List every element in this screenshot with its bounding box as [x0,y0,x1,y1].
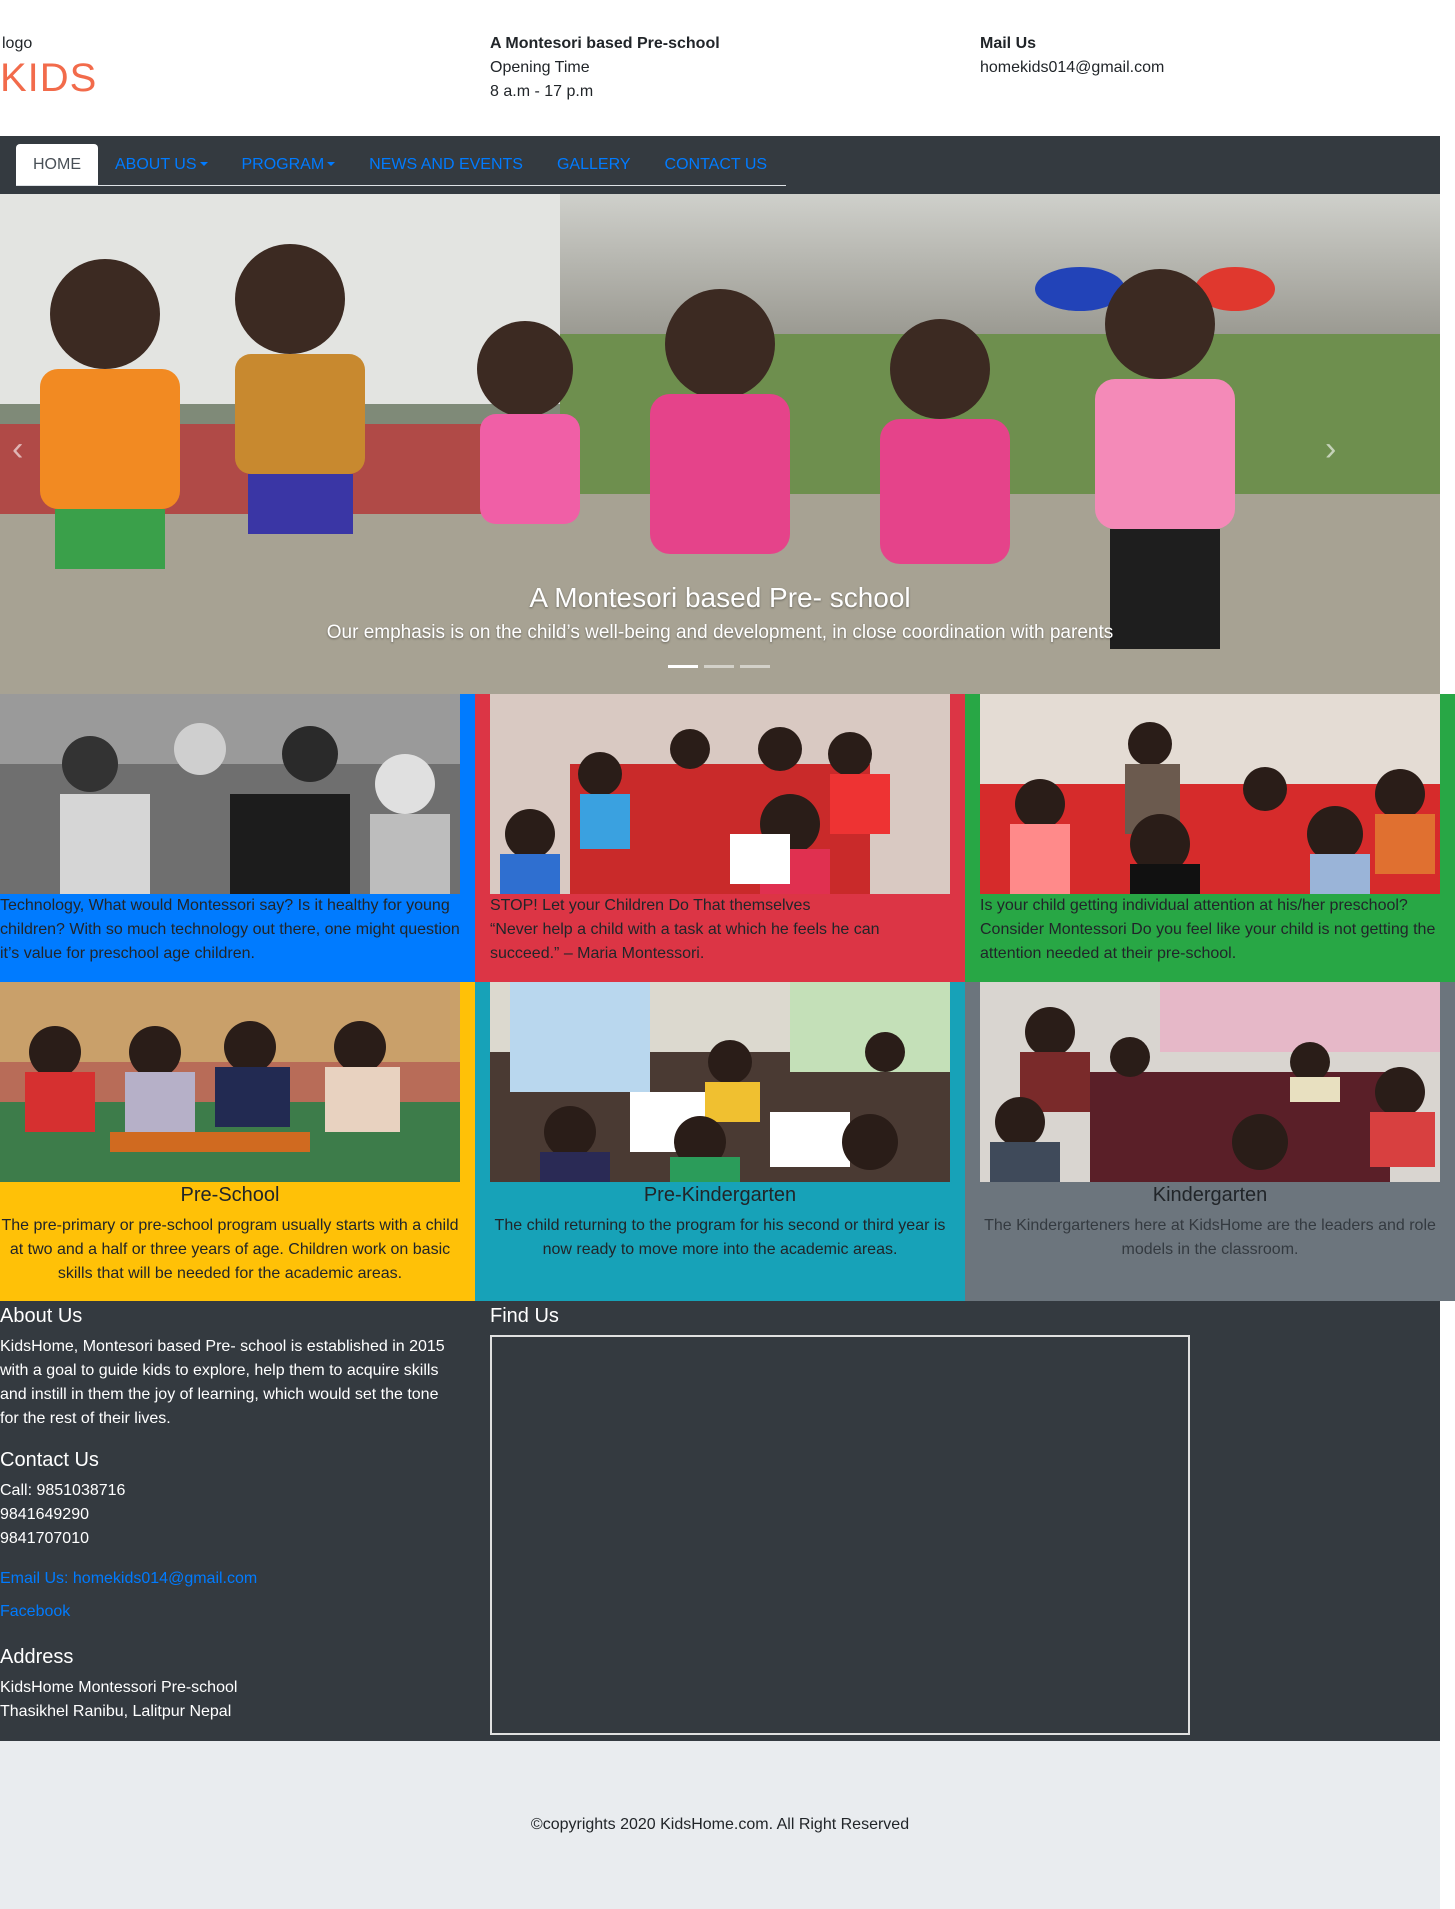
preschool-image [0,982,460,1182]
program-card-preschool[interactable]: Pre-School The pre-primary or pre-school… [0,982,475,1301]
mail-address: homekids014@gmail.com [980,59,1165,76]
carousel-indicators [668,665,770,668]
article-card-3[interactable]: Is your child getting individual attenti… [965,694,1455,982]
nav-news-label: NEWS AND EVENTS [369,156,523,173]
prekindergarten-image [490,982,950,1182]
nav-program-dropdown[interactable]: PROGRAM [225,144,353,185]
school-tagline: A Montesori based Pre-school [490,35,720,52]
nav-about-dropdown[interactable]: ABOUT US [98,144,225,185]
address-line-1: KidsHome Montessori Pre-school [0,1679,238,1696]
carousel-indicator-2[interactable] [704,665,734,668]
carousel-indicator-3[interactable] [740,665,770,668]
logo-text[interactable]: KIDS [0,58,97,98]
preschool-text: The pre-primary or pre-school program us… [1,1217,459,1282]
opening-time-value: 8 a.m - 17 p.m [490,83,594,100]
kindergarten-image [980,982,1440,1182]
mail-us-label: Mail Us [980,35,1037,52]
logo-alt-text: logo [2,35,33,52]
caret-down-icon [199,162,208,166]
email-link[interactable]: Email Us: homekids014@gmail.com [0,1567,257,1591]
opening-info: A Montesori based Pre-school Opening Tim… [490,32,720,104]
nav-contact[interactable]: CONTACT US [648,144,785,185]
carousel-prev-icon[interactable]: ‹ [12,424,23,475]
about-us-text: KidsHome, Montesori based Pre- school is… [0,1338,445,1427]
article-card-1[interactable]: Technology, What would Montessori say? I… [0,694,475,982]
carousel-next-icon[interactable]: › [1325,424,1336,475]
kindergarten-title: Kindergarten [1152,1184,1268,1206]
nav-gallery-label: GALLERY [556,156,631,173]
main-navbar: HOME ABOUT US PROGRAM NEWS AND EVENTS GA… [0,136,1440,194]
copyright-text: ©copyrights 2020 KidsHome.com. All Right… [530,1816,910,1833]
footer-bottom: ©copyrights 2020 KidsHome.com. All Right… [0,1741,1440,1909]
program-card-kindergarten[interactable]: Kindergarten The Kindergarteners here at… [965,982,1455,1301]
article-3-image [980,694,1440,894]
article-3-text: Is your child getting individual attenti… [980,897,1436,962]
article-2-image [490,694,950,894]
nav-news-events[interactable]: NEWS AND EVENTS [352,144,540,185]
article-1-image [0,694,460,894]
site-header: logo KIDS A Montesori based Pre-school O… [0,0,1440,136]
nav-gallery[interactable]: GALLERY [540,144,648,185]
find-us-heading: Find Us [490,1305,559,1327]
address-heading: Address [0,1646,74,1668]
carousel-caption-title: A Montesori based Pre- school [529,582,911,613]
article-2-text: STOP! Let your Children Do That themselv… [490,897,880,962]
kindergarten-text: The Kindergarteners here at KidsHome are… [984,1217,1436,1258]
contact-us-heading: Contact Us [0,1449,99,1471]
map-embed[interactable] [490,1335,1190,1735]
nav-program-label: PROGRAM [241,156,325,173]
article-card-2[interactable]: STOP! Let your Children Do That themselv… [475,694,965,982]
contact-phone-2: 9841649290 [0,1506,89,1523]
carousel-caption-text: Our emphasis is on the child’s well-bein… [326,622,1114,643]
prekindergarten-title: Pre-Kindergarten [643,1184,797,1206]
carousel-indicator-1[interactable] [668,665,698,668]
address-line-2: Thasikhel Ranibu, Lalitpur Nepal [0,1703,232,1720]
facebook-link[interactable]: Facebook [0,1600,70,1624]
opening-time-label: Opening Time [490,59,590,76]
footer-info: About Us KidsHome, Montesori based Pre- … [0,1301,1440,1741]
nav-about-label: ABOUT US [115,156,197,173]
program-card-prekindergarten[interactable]: Pre-Kindergarten The child returning to … [475,982,965,1301]
nav-tabs: HOME ABOUT US PROGRAM NEWS AND EVENTS GA… [16,144,786,186]
prekindergarten-text: The child returning to the program for h… [494,1217,946,1258]
caret-down-icon [327,162,336,166]
mail-info: Mail Us homekids014@gmail.com [980,32,1164,80]
contact-phone-1: Call: 9851038716 [0,1482,126,1499]
nav-home-label: HOME [33,156,81,173]
preschool-title: Pre-School [180,1184,280,1206]
about-us-heading: About Us [0,1305,83,1327]
contact-phone-3: 9841707010 [0,1530,89,1547]
logo[interactable]: logo [0,32,32,56]
nav-home[interactable]: HOME [16,144,98,185]
article-1-text: Technology, What would Montessori say? I… [0,897,460,962]
logo-image-alt: logo [0,32,32,56]
hero-carousel[interactable]: A Montesori based Pre- school Our emphas… [0,194,1440,694]
nav-contact-label: CONTACT US [664,156,768,173]
